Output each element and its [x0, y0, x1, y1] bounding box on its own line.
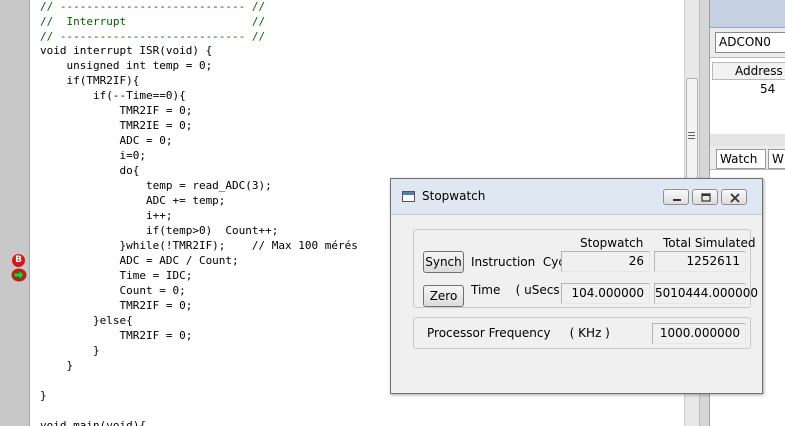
processor-frequency-field[interactable]: 1000.000000: [652, 323, 746, 344]
code-line: ADC = 0;: [40, 134, 173, 147]
current-pc-arrow-icon: [11, 268, 27, 282]
code-line: }: [40, 389, 47, 402]
code-line: // ---------------------------- //: [40, 0, 266, 13]
code-line: if(TMR2IF){: [40, 74, 140, 87]
tab-watch-next[interactable]: W: [768, 149, 785, 169]
code-line: Time = IDC;: [40, 269, 193, 282]
scroll-grip-icon: [688, 135, 695, 136]
code-line: // Interrupt //: [40, 15, 266, 28]
code-line: temp = read_ADC(3);: [40, 179, 272, 192]
code-line: if(--Time==0){: [40, 89, 186, 102]
window-app-icon: [402, 191, 415, 202]
column-label-stopwatch: Stopwatch: [580, 236, 644, 250]
time-stopwatch-field: 104.000000: [561, 283, 650, 304]
dialog-title: Stopwatch: [422, 189, 486, 203]
code-line: do{: [40, 164, 140, 177]
minimize-button[interactable]: [663, 189, 689, 205]
scroll-grip-icon: [688, 138, 695, 139]
column-label-total: Total Simulated: [663, 236, 756, 250]
code-line: Count = 0;: [40, 284, 186, 297]
watch-tabs: Watch 2 W: [710, 146, 785, 184]
time-label: Time ( uSecs ): [471, 283, 569, 297]
code-line: ADC += temp;: [40, 194, 226, 207]
frequency-group: Processor Frequency ( KHz ) 1000.000000: [413, 317, 751, 349]
code-line: if(temp>0) Count++;: [40, 224, 279, 237]
instruction-cycles-total-field: 1252611: [654, 251, 746, 272]
code-line: TMR2IF = 0;: [40, 299, 193, 312]
breakpoint-icon[interactable]: B: [12, 254, 25, 267]
code-line: unsigned int temp = 0;: [40, 59, 213, 72]
stopwatch-dialog: Stopwatch Stopwatch Total Simulated Sync…: [390, 178, 763, 394]
close-icon: [730, 193, 740, 203]
minimize-icon: [673, 199, 681, 201]
instruction-cycles-stopwatch-field: 26: [561, 251, 650, 272]
editor-scrollbar-thumb[interactable]: [686, 78, 698, 190]
editor-gutter[interactable]: [0, 0, 30, 426]
processor-frequency-label: Processor Frequency ( KHz ): [427, 326, 610, 340]
register-select[interactable]: ADCON0: [715, 32, 785, 53]
zero-button[interactable]: Zero: [423, 285, 464, 307]
code-line: TMR2IF = 0;: [40, 329, 193, 342]
panel-titlebar: [710, 0, 785, 28]
close-button[interactable]: [721, 189, 747, 205]
panel-divider: [710, 134, 785, 146]
code-line: TMR2IF = 0;: [40, 104, 193, 117]
code-line: i=0;: [40, 149, 146, 162]
dialog-titlebar[interactable]: Stopwatch: [391, 179, 762, 215]
watch-grid: Address 54: [710, 58, 785, 134]
synch-button[interactable]: Synch: [423, 251, 464, 273]
code-line: void main(void){: [40, 419, 146, 426]
time-total-field: 5010444.000000: [654, 283, 758, 304]
code-line: // ---------------------------- //: [40, 30, 266, 43]
maximize-icon: [701, 193, 711, 202]
address-cell: 54: [760, 82, 776, 96]
code-line: ADC = ADC / Count;: [40, 254, 239, 267]
counters-group: Stopwatch Total Simulated Synch Instruct…: [413, 229, 758, 308]
panel-toolbar: ADCON0: [710, 28, 785, 58]
maximize-button[interactable]: [692, 189, 718, 205]
code-line: }: [40, 344, 100, 357]
code-line: }else{: [40, 314, 133, 327]
tab-watch-2[interactable]: Watch 2: [716, 149, 766, 184]
code-line: }: [40, 359, 74, 372]
scroll-grip-icon: [688, 132, 695, 133]
code-line: void interrupt ISR(void) {: [40, 44, 213, 57]
code-line: i++;: [40, 209, 173, 222]
code-line: }while(!TMR2IF); // Max 100 mérés: [40, 239, 358, 252]
column-header-address[interactable]: Address: [712, 62, 785, 80]
code-line: TMR2IE = 0;: [40, 119, 193, 132]
